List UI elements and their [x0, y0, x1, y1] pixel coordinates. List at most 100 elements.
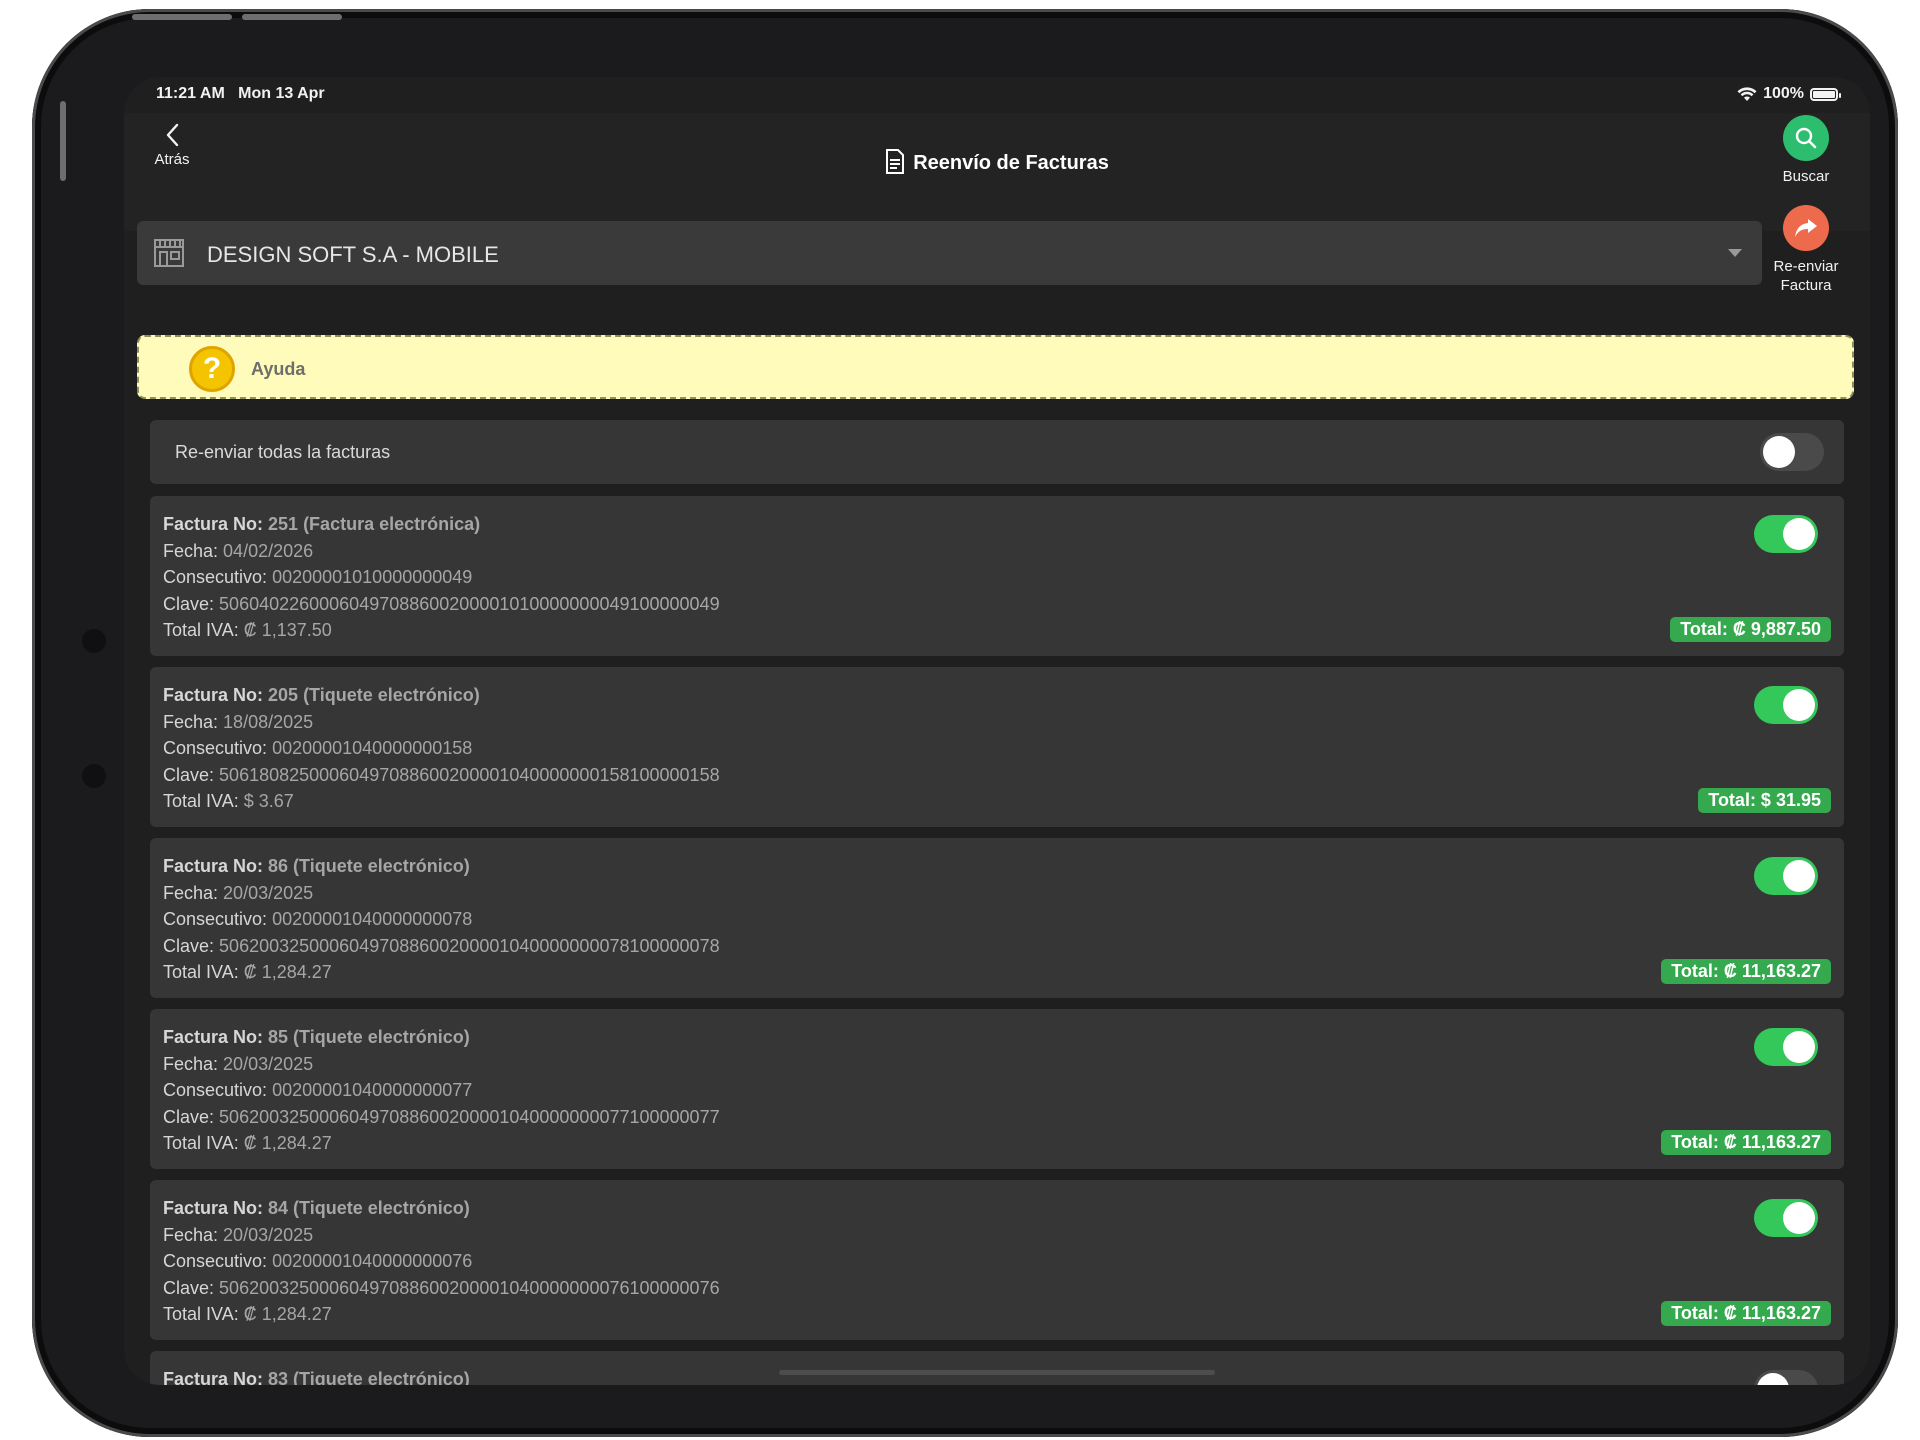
invoice-clave: 5062003250006049708860020000104000000007… [219, 935, 720, 956]
status-bar: 11:21 AM Mon 13 Apr 100% [124, 77, 1870, 113]
invoice-clave: 5062003250006049708860020000104000000007… [219, 1277, 720, 1298]
invoice-select-toggle[interactable] [1754, 515, 1818, 553]
search-button[interactable]: Buscar [1761, 115, 1851, 186]
toggle-knob [1783, 518, 1815, 550]
invoice-number-line: Factura No: 251 (Factura electrónica) [163, 511, 720, 538]
invoice-number: 85 (Tiquete electrónico) [268, 1027, 470, 1047]
resend-circle [1783, 205, 1829, 251]
invoice-card[interactable]: Factura No: 251 (Factura electrónica) Fec… [150, 496, 1844, 656]
chevron-down-icon [1728, 249, 1742, 257]
invoice-date-line: Fecha: 20/03/2025 [163, 1222, 720, 1249]
invoice-card[interactable]: Factura No: 86 (Tiquete electrónico) Fech… [150, 838, 1844, 998]
toggle-knob [1763, 436, 1795, 468]
invoice-clave: 5061808250006049708860020000104000000015… [219, 764, 720, 785]
battery-percent: 100% [1763, 85, 1804, 102]
wifi-icon [1737, 86, 1757, 101]
invoice-iva-line: Total IVA: ₡ 1,284.27 [163, 1130, 720, 1157]
invoice-details: Factura No: 84 (Tiquete electrónico) Fech… [163, 1195, 720, 1328]
invoice-consecutivo-line: Consecutivo: 00200001040000000077 [163, 1077, 720, 1104]
battery-icon [1810, 87, 1841, 101]
invoice-consecutivo: 00200001010000000049 [272, 567, 473, 588]
clave-label: Clave: [163, 1106, 215, 1127]
invoice-details: Factura No: 83 (Tiquete electrónico) [163, 1366, 470, 1385]
invoice-date: 18/08/2025 [223, 711, 314, 732]
resend-all-toggle[interactable] [1760, 433, 1824, 471]
invoice-consecutivo: 00200001040000000158 [272, 738, 473, 759]
home-indicator[interactable] [779, 1370, 1215, 1375]
help-banner[interactable]: ? Ayuda [137, 335, 1854, 399]
date-label: Fecha: [163, 1224, 219, 1245]
invoice-date: 20/03/2025 [223, 1224, 314, 1245]
power-button [60, 101, 66, 181]
app-screen: 11:21 AM Mon 13 Apr 100% Atrás Reenvío d… [124, 77, 1870, 1385]
invoice-number-line: Factura No: 85 (Tiquete electrónico) [163, 1024, 720, 1051]
help-label: Ayuda [251, 359, 306, 379]
invoice-iva-line: Total IVA: $ 3.67 [163, 788, 720, 815]
consecutivo-label: Consecutivo: [163, 909, 268, 930]
page-title: Reenvío de Facturas [124, 149, 1870, 175]
invoice-cards: Factura No: 251 (Factura electrónica) Fec… [150, 496, 1844, 1385]
total-iva-label: Total IVA: [163, 962, 239, 983]
sensor-dot [82, 764, 106, 788]
invoice-card[interactable]: Factura No: 83 (Tiquete electrónico) [150, 1351, 1844, 1385]
invoice-consecutivo: 00200001040000000077 [272, 1080, 473, 1101]
invoice-select-toggle[interactable] [1754, 686, 1818, 724]
invoice-details: Factura No: 86 (Tiquete electrónico) Fech… [163, 853, 720, 986]
invoice-date-line: Fecha: 04/02/2026 [163, 538, 720, 565]
invoice-total-iva: ₡ 1,284.27 [243, 1304, 332, 1325]
invoice-number: 83 (Tiquete electrónico) [268, 1369, 470, 1385]
invoice-card[interactable]: Factura No: 205 (Tiquete electrónico) Fec… [150, 667, 1844, 827]
invoice-list[interactable]: Re-enviar todas la facturas Factura No: … [150, 420, 1844, 1385]
volume-button [242, 14, 342, 20]
store-icon [154, 239, 184, 267]
document-icon [886, 149, 905, 174]
invoice-total-badge: Total: ₡ 11,163.27 [1661, 1301, 1831, 1326]
invoice-card[interactable]: Factura No: 85 (Tiquete electrónico) Fech… [150, 1009, 1844, 1169]
invoice-clave-line: Clave: 506200325000604970886002000010400… [163, 1104, 720, 1131]
invoice-date-line: Fecha: 20/03/2025 [163, 880, 720, 907]
chevron-left-icon [166, 123, 179, 147]
date-label: Fecha: [163, 882, 219, 903]
status-time: 11:21 AM Mon 13 Apr [156, 85, 325, 102]
invoice-clave-line: Clave: 506200325000604970886002000010400… [163, 1275, 720, 1302]
invoice-iva-line: Total IVA: ₡ 1,284.27 [163, 959, 720, 986]
invoice-iva-line: Total IVA: ₡ 1,284.27 [163, 1301, 720, 1328]
clave-label: Clave: [163, 1277, 215, 1298]
toggle-knob [1783, 689, 1815, 721]
invoice-total-iva: ₡ 1,284.27 [243, 962, 332, 983]
invoice-select-toggle[interactable] [1754, 857, 1818, 895]
invoice-number-label: Factura No: [163, 856, 264, 876]
company-selector[interactable]: DESIGN SOFT S.A - MOBILE [137, 221, 1762, 285]
date-label: Fecha: [163, 540, 219, 561]
search-label: Buscar [1782, 168, 1830, 185]
invoice-total-badge: Total: ₡ 9,887.50 [1670, 617, 1831, 642]
status-right: 100% [1737, 85, 1841, 103]
invoice-number-line: Factura No: 86 (Tiquete electrónico) [163, 853, 720, 880]
invoice-clave-line: Clave: 506180825000604970886002000010400… [163, 762, 720, 789]
invoice-clave: 5062003250006049708860020000104000000007… [219, 1106, 720, 1127]
invoice-number: 251 (Factura electrónica) [268, 514, 481, 534]
clave-label: Clave: [163, 935, 215, 956]
invoice-select-toggle[interactable] [1754, 1370, 1818, 1385]
invoice-number: 84 (Tiquete electrónico) [268, 1198, 470, 1218]
invoice-number: 86 (Tiquete electrónico) [268, 856, 470, 876]
total-iva-label: Total IVA: [163, 791, 239, 812]
invoice-number-label: Factura No: [163, 1027, 264, 1047]
invoice-number-label: Factura No: [163, 514, 264, 534]
invoice-total-badge: Total: ₡ 11,163.27 [1661, 959, 1831, 984]
invoice-consecutivo-line: Consecutivo: 00200001040000000076 [163, 1248, 720, 1275]
invoice-number-label: Factura No: [163, 1198, 264, 1218]
invoice-number: 205 (Tiquete electrónico) [268, 685, 480, 705]
date-label: Fecha: [163, 711, 219, 732]
invoice-select-toggle[interactable] [1754, 1199, 1818, 1237]
invoice-select-toggle[interactable] [1754, 1028, 1818, 1066]
invoice-date-line: Fecha: 18/08/2025 [163, 709, 720, 736]
total-iva-label: Total IVA: [163, 620, 239, 641]
invoice-clave-line: Clave: 506200325000604970886002000010400… [163, 933, 720, 960]
toggle-knob [1783, 860, 1815, 892]
clave-label: Clave: [163, 764, 215, 785]
resend-invoice-button[interactable]: Re-enviar Factura [1761, 205, 1851, 295]
invoice-clave-line: Clave: 506040226000604970886002000010100… [163, 591, 720, 618]
invoice-card[interactable]: Factura No: 84 (Tiquete electrónico) Fech… [150, 1180, 1844, 1340]
invoice-date: 20/03/2025 [223, 1053, 314, 1074]
